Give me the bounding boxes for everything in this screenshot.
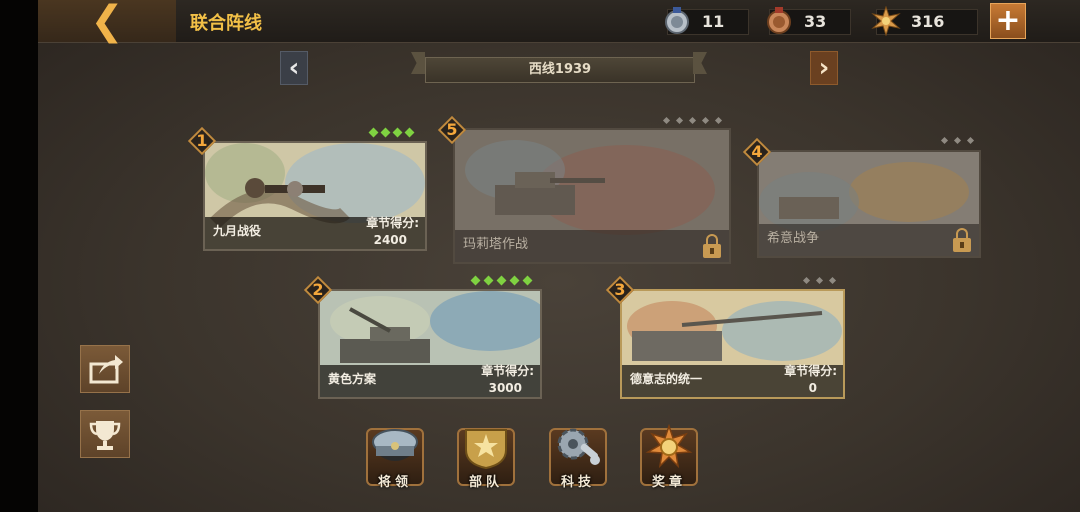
medal-icon xyxy=(645,424,693,469)
next-campaign-button[interactable]: › xyxy=(810,51,838,85)
silver-medal-icon xyxy=(665,7,689,34)
menu-label: 科技 xyxy=(560,475,595,490)
chapter-name: 黄色方案 xyxy=(328,372,377,386)
chapter-number-badge: 2 xyxy=(303,275,333,305)
gear-wrench-icon xyxy=(557,428,600,465)
menu-label: 奖章 xyxy=(651,475,686,490)
star-earned-icon xyxy=(509,275,520,286)
screen-edge xyxy=(0,0,38,512)
chapter-name: 德意志的统一 xyxy=(630,372,703,386)
gold-star-emblem-icon xyxy=(871,6,901,36)
star-empty-icon xyxy=(802,276,811,285)
trophy-button[interactable] xyxy=(80,410,130,458)
chapter-name: 玛莉塔作战 xyxy=(463,237,529,252)
chevron-left-icon: ‹ xyxy=(288,53,300,83)
chapter-card-1[interactable]: 九月战役 章节得分: 2400 xyxy=(203,141,427,251)
trophy-icon xyxy=(89,421,121,450)
chevron-right-icon: › xyxy=(818,53,830,83)
star-earned-icon xyxy=(522,275,533,286)
menu-label: 将领 xyxy=(377,475,412,490)
share-button[interactable] xyxy=(80,345,130,393)
lock-icon xyxy=(703,234,721,258)
star-earned-icon xyxy=(380,127,391,138)
star-earned-icon xyxy=(496,275,507,286)
lock-icon xyxy=(953,228,971,252)
back-button[interactable]: ❮ xyxy=(38,0,176,42)
star-empty-icon xyxy=(940,136,949,145)
add-resources-button[interactable]: + xyxy=(990,3,1026,39)
gold-emblem-count: 316 xyxy=(911,12,945,31)
star-earned-icon xyxy=(392,127,403,138)
chapter-card-4[interactable]: 希意战争 xyxy=(757,150,981,258)
chapter-score-label: 章节得分: xyxy=(366,216,419,230)
chapter-number: 3 xyxy=(614,280,626,299)
army-insignia-icon xyxy=(465,429,507,470)
technology-button[interactable]: 科技 xyxy=(547,424,609,490)
chapter-4-stars xyxy=(940,136,975,145)
chapter-number-badge: 4 xyxy=(742,137,772,167)
chapter-2-stars xyxy=(470,275,533,286)
star-empty-icon xyxy=(688,116,697,125)
star-empty-icon xyxy=(966,136,975,145)
chapter-card-2[interactable]: 黄色方案 章节得分: 3000 xyxy=(318,289,542,399)
star-earned-icon xyxy=(483,275,494,286)
chapter-number: 4 xyxy=(751,142,763,161)
campaign-name: 西线1939 xyxy=(425,57,695,83)
chapter-number: 2 xyxy=(312,280,324,299)
star-earned-icon xyxy=(368,127,379,138)
chapter-score: 0 xyxy=(808,381,817,395)
star-empty-icon xyxy=(662,116,671,125)
chapter-number-badge: 3 xyxy=(605,275,635,305)
gold-emblem-counter: 316 xyxy=(871,6,978,36)
plus-icon: + xyxy=(995,3,1021,38)
star-earned-icon xyxy=(404,127,415,138)
bronze-medal-counter: 33 xyxy=(767,7,851,35)
campaign-screen: ❮ 联合阵线 11 33 316 + ‹ 西线1939 › 九月战役 章节得分:… xyxy=(0,0,1080,512)
generals-button[interactable]: 将领 xyxy=(364,424,426,490)
star-empty-icon xyxy=(953,136,962,145)
page-title: 联合阵线 xyxy=(190,13,262,34)
chapter-number: 1 xyxy=(196,131,208,150)
menu-label: 部队 xyxy=(468,475,503,490)
chapter-score-label: 章节得分: xyxy=(784,364,837,378)
chapter-card-5[interactable]: 玛莉塔作战 xyxy=(453,128,731,264)
officer-cap-icon xyxy=(372,429,418,461)
chapter-5-stars xyxy=(662,116,723,125)
previous-campaign-button[interactable]: ‹ xyxy=(280,51,308,85)
star-empty-icon xyxy=(701,116,710,125)
chevron-left-icon: ❮ xyxy=(90,0,124,44)
bronze-medal-count: 33 xyxy=(804,12,827,31)
chapter-score: 2400 xyxy=(373,233,407,247)
chapter-score: 3000 xyxy=(488,381,522,395)
share-icon xyxy=(89,355,123,384)
star-empty-icon xyxy=(815,276,824,285)
star-empty-icon xyxy=(675,116,684,125)
chapter-card-3[interactable]: 德意志的统一 章节得分: 0 xyxy=(620,289,845,399)
star-empty-icon xyxy=(714,116,723,125)
silver-medal-counter: 11 xyxy=(665,7,749,35)
medals-button[interactable]: 奖章 xyxy=(638,424,700,490)
star-empty-icon xyxy=(828,276,837,285)
army-button[interactable]: 部队 xyxy=(455,424,517,490)
chapter-number: 5 xyxy=(446,120,458,139)
chapter-number-badge: 1 xyxy=(187,126,217,156)
chapter-1-stars xyxy=(368,127,415,138)
star-earned-icon xyxy=(470,275,481,286)
chapter-name: 希意战争 xyxy=(767,231,820,246)
chapter-3-stars xyxy=(802,276,837,285)
chapter-score-label: 章节得分: xyxy=(481,364,534,378)
bronze-medal-icon xyxy=(767,7,791,34)
silver-medal-count: 11 xyxy=(702,12,725,31)
chapter-number-badge: 5 xyxy=(437,115,467,145)
chapter-name: 九月战役 xyxy=(213,224,262,238)
